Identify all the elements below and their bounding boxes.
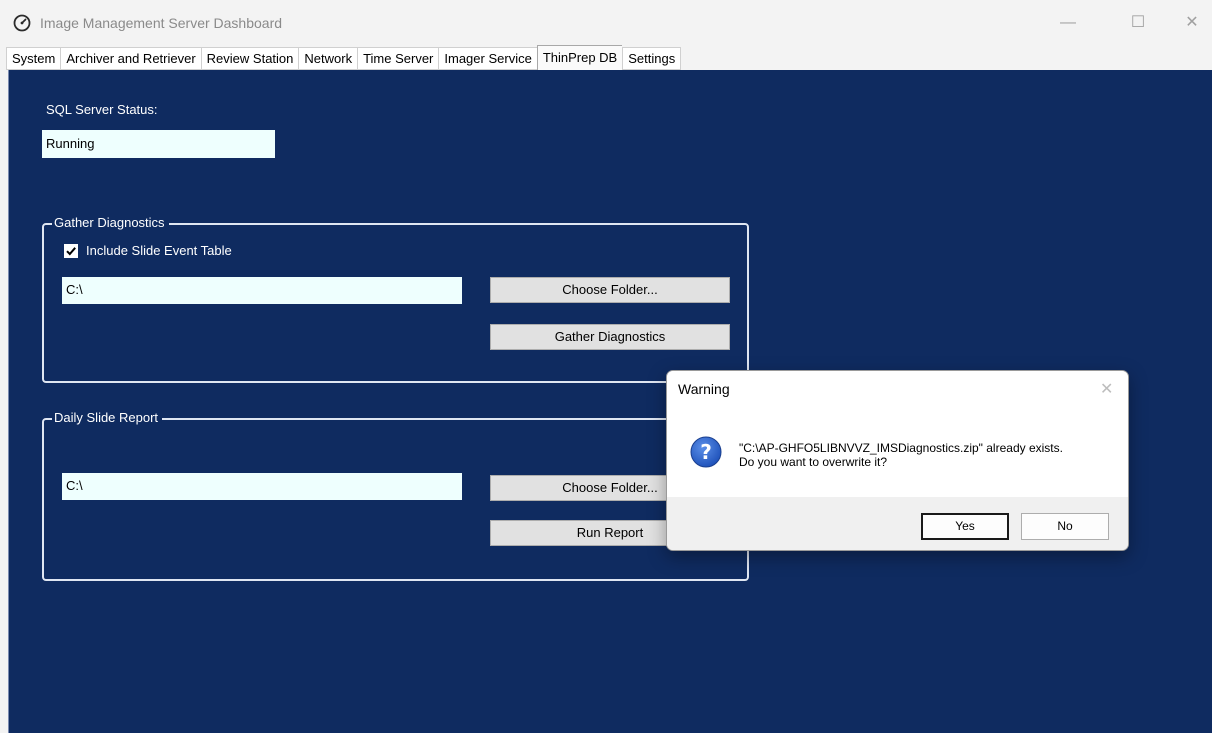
gather-diagnostics-button[interactable]: Gather Diagnostics bbox=[490, 324, 730, 350]
window-title: Image Management Server Dashboard bbox=[40, 15, 283, 31]
tab-imager-service[interactable]: Imager Service bbox=[438, 47, 537, 70]
include-slide-event-checkbox[interactable] bbox=[64, 244, 78, 258]
tab-archiver-and-retriever[interactable]: Archiver and Retriever bbox=[60, 47, 201, 70]
include-slide-event-label[interactable]: Include Slide Event Table bbox=[86, 243, 232, 258]
dialog-close-button[interactable]: ✕ bbox=[1100, 379, 1113, 399]
sql-status-label: SQL Server Status: bbox=[46, 102, 158, 117]
daily-slide-report-title: Daily Slide Report bbox=[52, 410, 163, 425]
app-window: Image Management Server Dashboard — ☐ ✕ … bbox=[0, 0, 1212, 733]
title-bar: Image Management Server Dashboard — ☐ ✕ bbox=[0, 0, 1212, 46]
tab-strip: System Archiver and Retriever Review Sta… bbox=[6, 45, 682, 70]
sql-status-field: Running bbox=[42, 130, 275, 158]
svg-text:?: ? bbox=[700, 440, 712, 464]
gather-diagnostics-title: Gather Diagnostics bbox=[52, 215, 169, 230]
tab-system[interactable]: System bbox=[6, 47, 61, 70]
no-button[interactable]: No bbox=[1021, 513, 1109, 540]
maximize-button[interactable]: ☐ bbox=[1123, 10, 1153, 36]
question-icon: ? bbox=[690, 436, 722, 468]
diagnostics-path-input[interactable]: C:\ bbox=[62, 277, 462, 304]
dialog-title: Warning bbox=[678, 381, 730, 397]
dialog-message-line2: Do you want to overwrite it? bbox=[739, 455, 888, 469]
tab-time-server[interactable]: Time Server bbox=[357, 47, 439, 70]
checkmark-icon bbox=[66, 247, 76, 256]
diagnostics-choose-folder-button[interactable]: Choose Folder... bbox=[490, 277, 730, 303]
tab-network[interactable]: Network bbox=[298, 47, 358, 70]
tab-review-station[interactable]: Review Station bbox=[200, 47, 299, 70]
gauge-icon bbox=[13, 14, 31, 32]
dialog-message-line1: "C:\AP-GHFO5LIBNVVZ_IMSDiagnostics.zip" … bbox=[739, 441, 1063, 455]
close-button[interactable]: ✕ bbox=[1177, 10, 1207, 36]
tab-thinprep-db[interactable]: ThinPrep DB bbox=[536, 45, 623, 70]
minimize-button[interactable]: — bbox=[1053, 10, 1083, 36]
daily-report-path-input[interactable]: C:\ bbox=[62, 473, 462, 500]
tab-settings[interactable]: Settings bbox=[622, 47, 682, 70]
yes-button[interactable]: Yes bbox=[921, 513, 1009, 540]
dialog-title-bar: Warning ✕ bbox=[667, 371, 1128, 407]
